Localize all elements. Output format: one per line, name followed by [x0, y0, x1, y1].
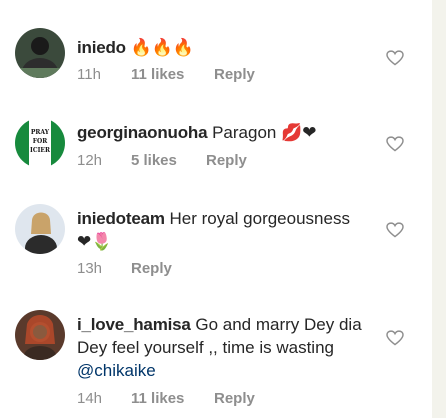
- reply-button[interactable]: Reply: [214, 390, 255, 407]
- heart-icon[interactable]: [386, 136, 404, 152]
- right-edge-strip: [432, 0, 446, 418]
- heart-icon[interactable]: [386, 222, 404, 238]
- heart-icon[interactable]: [386, 50, 404, 66]
- heart-icon[interactable]: [386, 330, 404, 346]
- reply-button[interactable]: Reply: [206, 152, 247, 169]
- timestamp: 13h: [77, 260, 103, 277]
- mention-link[interactable]: @chikaike: [77, 361, 156, 380]
- timestamp: 11h: [77, 66, 101, 83]
- timestamp: 14h: [77, 390, 103, 407]
- reply-button[interactable]: Reply: [214, 66, 255, 83]
- likes-count[interactable]: 5 likes: [131, 152, 206, 169]
- comment-text: Paragon 💋❤: [207, 123, 317, 142]
- likes-count[interactable]: 11 likes: [131, 390, 214, 407]
- avatar[interactable]: [15, 204, 65, 254]
- username[interactable]: i_love_hamisa: [77, 315, 191, 334]
- reply-button[interactable]: Reply: [131, 260, 172, 277]
- username[interactable]: iniedo: [77, 38, 126, 57]
- likes-count[interactable]: 11 likes: [131, 66, 214, 83]
- avatar[interactable]: [15, 28, 65, 78]
- username[interactable]: georginaonuoha: [77, 123, 208, 142]
- avatar-text: PRAY FOR ICIER: [30, 129, 50, 154]
- avatar[interactable]: PRAY FOR ICIER: [15, 118, 65, 168]
- comment-text: 🔥🔥🔥: [125, 38, 195, 57]
- avatar[interactable]: [15, 310, 65, 360]
- timestamp: 12h: [77, 152, 103, 169]
- username[interactable]: iniedoteam: [77, 209, 165, 228]
